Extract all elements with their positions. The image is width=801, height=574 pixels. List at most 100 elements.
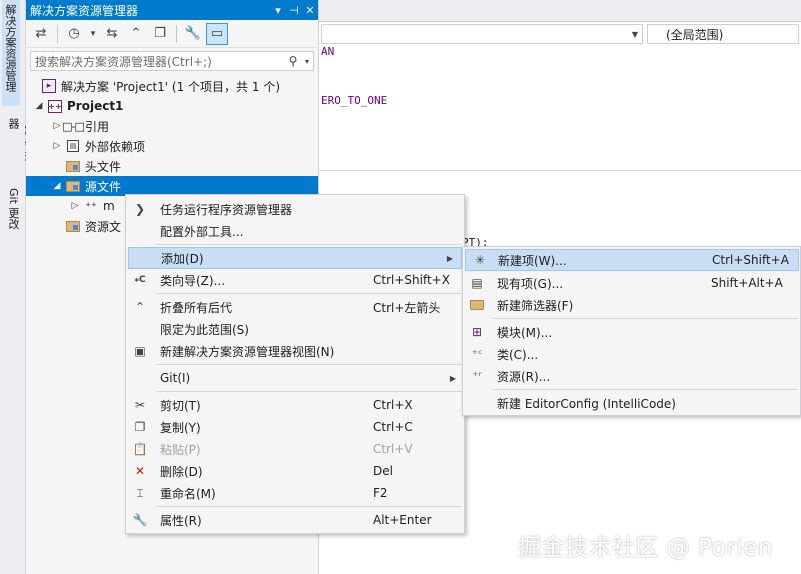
switch-views-icon[interactable]: ⇄ [30, 23, 52, 45]
menu-item-git[interactable]: Git(I) ▶ [126, 367, 464, 389]
solution-explorer-toolbar: ⇄ ◷ ▾ ⇆ ⌃ ❐ 🔧 ▭ [26, 20, 318, 48]
collapse-up-icon: ⌃ [134, 300, 146, 314]
menu-item-class-wizard[interactable]: ⁎C 类向导(Z)... Ctrl+Shift+X [126, 269, 464, 291]
auto-hide-pin-icon[interactable]: ⊣ [286, 4, 302, 17]
side-tab-solution-explorer[interactable]: 解决方案资源管理器 [0, 0, 20, 106]
menu-item-label: Git(I) [160, 371, 191, 385]
menu-item-module[interactable]: ⊞ 模块(M)... [463, 321, 800, 343]
menu-item-label: 任务运行程序资源管理器 [160, 202, 293, 217]
menu-item-add[interactable]: 添加(D) ▶ [128, 247, 462, 269]
submenu-arrow-icon: ▶ [446, 253, 453, 263]
menu-item-class[interactable]: ⁺ᶜ 类(C)... [463, 343, 800, 365]
tree-item-external-dependencies[interactable]: ▷ ▤ 外部依赖项 [26, 136, 318, 156]
menu-item-task-runner-explorer[interactable]: ❯ 任务运行程序资源管理器 [126, 198, 464, 220]
menu-item-label: 折叠所有后代 [160, 300, 233, 315]
tree-item-project[interactable]: ◢ ++ Project1 [26, 96, 318, 116]
tree-item-solution[interactable]: ▸ 解决方案 'Project1' (1 个项目，共 1 个) [26, 76, 318, 96]
editor-divider [319, 170, 801, 171]
context-menu: ❯ 任务运行程序资源管理器 配置外部工具... 添加(D) ▶ ⁎C 类向导(Z… [125, 194, 465, 534]
tree-item-source-files[interactable]: ◢ 源文件 [26, 176, 318, 196]
chevron-down-icon[interactable]: ▾ [87, 23, 99, 45]
filter-folder-icon [64, 178, 82, 194]
menu-item-shortcut: Ctrl+C [373, 420, 413, 434]
show-all-files-icon[interactable]: ❐ [149, 23, 171, 45]
tree-item-label: 头文件 [85, 159, 122, 174]
preview-selected-items-icon[interactable]: ▭ [206, 22, 228, 45]
menu-item-shortcut: Alt+Enter [373, 513, 432, 527]
collapsed-arrow-icon[interactable]: ▷ [68, 201, 82, 211]
expanded-arrow-icon[interactable]: ◢ [32, 101, 46, 111]
filter-folder-icon [64, 158, 82, 174]
scope-dropdown-value: (全局范围) [666, 27, 724, 42]
solution-explorer-search[interactable]: 搜索解决方案资源管理器(Ctrl+;) ⚲ ▾ [30, 51, 314, 71]
side-tab-strip: 解决方案资源管理器 属性管理器 Git 更改 [0, 0, 36, 574]
tree-item-references[interactable]: ▷ □-□ 引用 [26, 116, 318, 136]
menu-item-configure-external-tools[interactable]: 配置外部工具... [126, 220, 464, 242]
cpp-project-icon: ++ [48, 99, 62, 113]
menu-item-cut[interactable]: ✂ 剪切(T) Ctrl+X [126, 394, 464, 416]
code-fragment: ERO_TO_ONE [321, 94, 388, 107]
menu-item-shortcut: Del [373, 464, 393, 478]
menu-separator [156, 364, 462, 365]
tree-item-header-files[interactable]: 头文件 [26, 156, 318, 176]
close-icon[interactable]: ✕ [302, 4, 318, 17]
expanded-arrow-icon[interactable]: ◢ [50, 181, 64, 191]
pending-changes-filter-icon[interactable]: ◷ [63, 23, 85, 45]
menu-item-label: 新建筛选器(F) [497, 298, 574, 313]
menu-item-label: 限定为此范围(S) [160, 322, 249, 337]
menu-item-label: 粘贴(P) [160, 442, 201, 457]
menu-item-shortcut: Ctrl+Shift+X [373, 273, 450, 287]
solution-explorer-titlebar: 解决方案资源管理器 ▾ ⊣ ✕ [26, 0, 318, 20]
side-tab-git-changes[interactable]: Git 更改 [3, 184, 23, 240]
cpp-file-icon: ⁺⁺ [85, 199, 97, 213]
references-icon: □-□ [62, 119, 85, 133]
menu-separator [493, 389, 798, 390]
menu-item-properties[interactable]: 🔧 属性(R) Alt+Enter [126, 509, 464, 531]
add-resource-icon: ⁺ʳ [472, 369, 482, 383]
chevron-down-icon[interactable]: ▾ [301, 57, 313, 66]
menu-item-delete[interactable]: ✕ 删除(D) Del [126, 460, 464, 482]
new-item-icon: ✳ [474, 253, 486, 267]
tree-item-label: 资源文 [85, 219, 122, 234]
menu-item-new-editorconfig[interactable]: 新建 EditorConfig (IntelliCode) [463, 392, 800, 414]
tree-item-label: m [103, 199, 115, 213]
menu-item-resource[interactable]: ⁺ʳ 资源(R)... [463, 365, 800, 387]
menu-item-existing-item[interactable]: ▤ 现有项(G)... Shift+Alt+A [463, 272, 800, 294]
collapse-all-icon[interactable]: ⌃ [125, 23, 147, 45]
menu-item-label: 新建解决方案资源管理器视图(N) [160, 344, 335, 359]
submenu-arrow-icon: ▶ [449, 373, 456, 383]
menu-item-rename[interactable]: ⌶ 重命名(M) F2 [126, 482, 464, 504]
menu-item-copy[interactable]: ❐ 复制(Y) Ctrl+C [126, 416, 464, 438]
search-icon[interactable]: ⚲ [285, 54, 301, 68]
menu-separator [156, 506, 462, 507]
wrench-icon: 🔧 [132, 513, 148, 527]
menu-item-label: 添加(D) [161, 251, 204, 266]
chevron-right-icon: ❯ [134, 202, 146, 216]
properties-wrench-icon[interactable]: 🔧 [182, 23, 204, 45]
menu-item-collapse-all-descendants[interactable]: ⌃ 折叠所有后代 Ctrl+左箭头 [126, 296, 464, 318]
tree-item-label: 源文件 [85, 179, 122, 194]
menu-item-label: 配置外部工具... [160, 224, 244, 239]
window-position-dropdown-icon[interactable]: ▾ [270, 4, 286, 17]
search-input[interactable]: 搜索解决方案资源管理器(Ctrl+;) [35, 53, 285, 70]
menu-item-label: 复制(Y) [160, 420, 201, 435]
tree-item-label: 引用 [85, 119, 110, 134]
menu-item-new-item[interactable]: ✳ 新建项(W)... Ctrl+Shift+A [465, 249, 799, 271]
menu-item-new-filter[interactable]: 新建筛选器(F) [463, 294, 800, 316]
new-view-icon: ▣ [134, 344, 146, 358]
member-dropdown[interactable]: ▼ [321, 24, 643, 44]
collapsed-arrow-icon[interactable]: ▷ [50, 141, 64, 151]
solution-icon: ▸ [40, 78, 58, 94]
menu-item-scope-to-this[interactable]: 限定为此范围(S) [126, 318, 464, 340]
menu-item-new-solution-explorer-view[interactable]: ▣ 新建解决方案资源管理器视图(N) [126, 340, 464, 362]
menu-item-label: 类向导(Z)... [160, 273, 226, 288]
toolbar-separator [176, 24, 177, 43]
menu-item-label: 属性(R) [160, 513, 202, 528]
chevron-down-icon[interactable]: ▼ [632, 30, 638, 39]
menu-item-paste: 📋 粘贴(P) Ctrl+V [126, 438, 464, 460]
filter-folder-icon [64, 218, 82, 234]
sync-with-active-document-icon[interactable]: ⇆ [101, 23, 123, 45]
module-icon: ⊞ [471, 325, 483, 339]
external-dependencies-icon: ▤ [64, 138, 82, 154]
scope-dropdown[interactable]: (全局范围) [647, 24, 799, 44]
